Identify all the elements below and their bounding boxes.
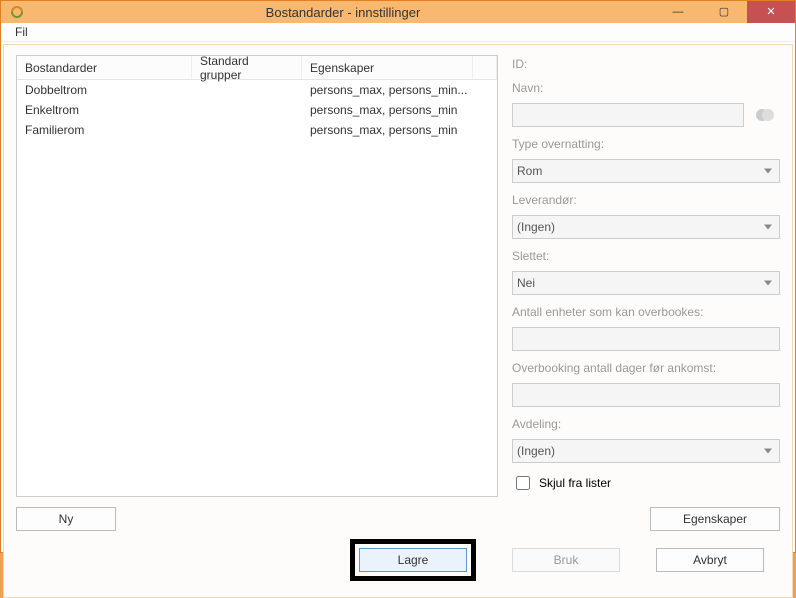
col-header-standard-grupper[interactable]: Standard grupper — [192, 56, 302, 79]
right-column: ID: Navn: Type overnatting: Rom Leverand… — [512, 55, 780, 531]
table-body[interactable]: Dobbeltrom persons_max, persons_min... E… — [17, 80, 497, 496]
chain-icon — [9, 4, 25, 20]
content-area: Bostandarder Standard grupper Egenskaper… — [3, 44, 793, 598]
cell-name: Enkeltrom — [17, 103, 192, 117]
table-row[interactable]: Enkeltrom persons_max, persons_min — [17, 100, 497, 120]
slettet-label: Slettet: — [512, 249, 780, 263]
new-button[interactable]: Ny — [16, 507, 116, 531]
save-button[interactable]: Lagre — [359, 548, 467, 572]
maximize-button[interactable]: ▢ — [701, 1, 747, 23]
settings-window: Bostandarder - innstillinger — ▢ ✕ Fil B… — [0, 0, 796, 553]
menubar: Fil — [1, 23, 795, 42]
window-title: Bostandarder - innstillinger — [31, 5, 655, 20]
type-label: Type overnatting: — [512, 137, 780, 151]
window-controls: — ▢ ✕ — [655, 1, 795, 23]
standards-table: Bostandarder Standard grupper Egenskaper… — [16, 55, 498, 497]
cell-props: persons_max, persons_min — [302, 123, 497, 137]
navn-label: Navn: — [512, 81, 780, 95]
apply-button[interactable]: Bruk — [512, 548, 620, 572]
skjul-checkbox[interactable] — [516, 476, 530, 490]
maximize-icon: ▢ — [719, 7, 729, 18]
minimize-button[interactable]: — — [655, 1, 701, 23]
left-button-row: Ny — [16, 507, 498, 531]
table-row[interactable]: Dobbeltrom persons_max, persons_min... — [17, 80, 497, 100]
overbook-units-field[interactable] — [512, 327, 780, 351]
avdeling-label: Avdeling: — [512, 417, 780, 431]
avdeling-select-wrap: (Ingen) — [512, 439, 780, 463]
leverandor-label: Leverandør: — [512, 193, 780, 207]
type-select-wrap: Rom — [512, 159, 780, 183]
right-button-row: Egenskaper — [512, 507, 780, 531]
cancel-button[interactable]: Avbryt — [656, 548, 764, 572]
overbook-days-field[interactable] — [512, 383, 780, 407]
table-header: Bostandarder Standard grupper Egenskaper — [17, 56, 497, 80]
id-label: ID: — [512, 57, 780, 71]
app-icon — [9, 4, 25, 20]
menu-file[interactable]: Fil — [7, 23, 36, 41]
avdeling-select[interactable]: (Ingen) — [512, 439, 780, 463]
close-button[interactable]: ✕ — [747, 1, 795, 23]
upper-area: Bostandarder Standard grupper Egenskaper… — [16, 55, 780, 531]
footer-buttons: Lagre Bruk Avbryt — [16, 531, 780, 589]
save-button-highlight: Lagre — [350, 539, 476, 581]
col-header-egenskaper[interactable]: Egenskaper — [302, 56, 473, 79]
close-icon: ✕ — [766, 7, 775, 18]
slettet-select[interactable]: Nei — [512, 271, 780, 295]
properties-button[interactable]: Egenskaper — [650, 507, 780, 531]
cell-name: Familierom — [17, 123, 192, 137]
leverandor-select-wrap: (Ingen) — [512, 215, 780, 239]
left-column: Bostandarder Standard grupper Egenskaper… — [16, 55, 498, 531]
skjul-label: Skjul fra lister — [539, 476, 611, 490]
cell-name: Dobbeltrom — [17, 83, 192, 97]
type-select[interactable]: Rom — [512, 159, 780, 183]
minimize-icon: — — [673, 7, 684, 18]
col-header-spacer — [473, 56, 497, 79]
cell-props: persons_max, persons_min — [302, 103, 497, 117]
table-row[interactable]: Familierom persons_max, persons_min — [17, 120, 497, 140]
slettet-select-wrap: Nei — [512, 271, 780, 295]
skjul-row: Skjul fra lister — [512, 473, 780, 493]
titlebar: Bostandarder - innstillinger — ▢ ✕ — [1, 1, 795, 23]
overbook-days-label: Overbooking antall dager før ankomst: — [512, 361, 780, 375]
overbook-units-label: Antall enheter som kan overbookes: — [512, 305, 780, 319]
leverandor-select[interactable]: (Ingen) — [512, 215, 780, 239]
navn-field[interactable] — [512, 103, 744, 127]
cell-props: persons_max, persons_min... — [302, 83, 497, 97]
col-header-bostandarder[interactable]: Bostandarder — [17, 56, 192, 79]
globe-icon[interactable] — [750, 103, 780, 127]
